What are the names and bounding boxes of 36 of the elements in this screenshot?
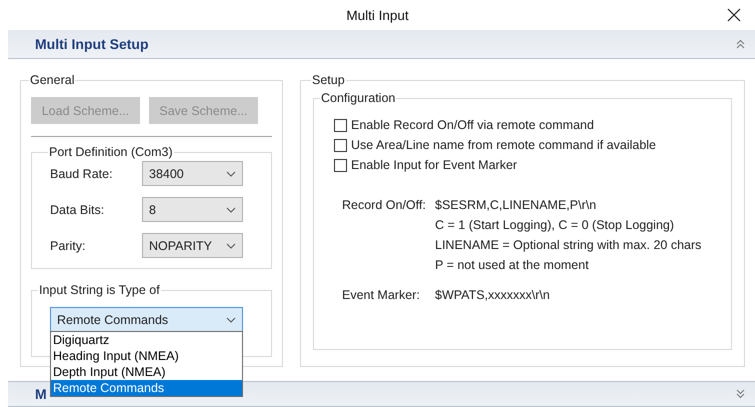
field-label: Parity:	[50, 238, 86, 252]
checkbox[interactable]	[334, 158, 347, 172]
dropdown[interactable]: 8	[142, 197, 243, 222]
dropdown[interactable]: NOPARITY	[142, 233, 243, 258]
checkbox-label: Enable Record On/Off via remote command	[351, 118, 594, 132]
field-label: Baud Rate:	[50, 166, 114, 180]
checkbox[interactable]	[334, 138, 347, 152]
checkbox-label: Use Area/Line name from remote command if available	[351, 138, 656, 152]
caret-icon	[226, 316, 236, 322]
info-label: Event Marker:	[342, 288, 421, 302]
caret-icon	[226, 170, 236, 176]
checkbox[interactable]	[334, 118, 347, 132]
panel-title: Multi Input Setup	[35, 36, 149, 52]
group-title: Configuration	[320, 91, 396, 105]
field-label: Data Bits:	[50, 202, 106, 216]
dropdown-option[interactable]: Remote Commands	[51, 380, 242, 396]
expand-icon[interactable]	[736, 389, 745, 399]
group-title: Setup	[311, 73, 346, 87]
caret-icon	[226, 242, 236, 248]
caret-icon	[226, 206, 236, 212]
info-text: $SESRM,C,LINENAME,P\r\n	[435, 198, 598, 212]
window-title: Multi Input	[346, 8, 409, 22]
info-text: $WPATS,xxxxxxx\r\n	[435, 288, 551, 302]
collapse-icon[interactable]	[736, 39, 745, 49]
group-title: Port Definition (Com3)	[48, 145, 174, 159]
info-text: LINENAME = Optional string with max. 20 chars	[435, 238, 702, 252]
group-title: Input String is Type of	[38, 283, 161, 297]
panel-title: M	[35, 386, 47, 402]
group-title: General	[29, 73, 76, 87]
close-icon	[727, 8, 741, 22]
info-text: P = not used at the moment	[435, 258, 590, 272]
info-label: Record On/Off:	[342, 198, 427, 214]
panel-header[interactable]: Multi Input Setup	[8, 30, 755, 59]
dropdown[interactable]: 38400	[142, 161, 243, 186]
info-text: C = 1 (Start Logging), C = 0 (Stop Logging)	[435, 218, 676, 232]
checkbox-label: Enable Input for Event Marker	[351, 158, 518, 172]
